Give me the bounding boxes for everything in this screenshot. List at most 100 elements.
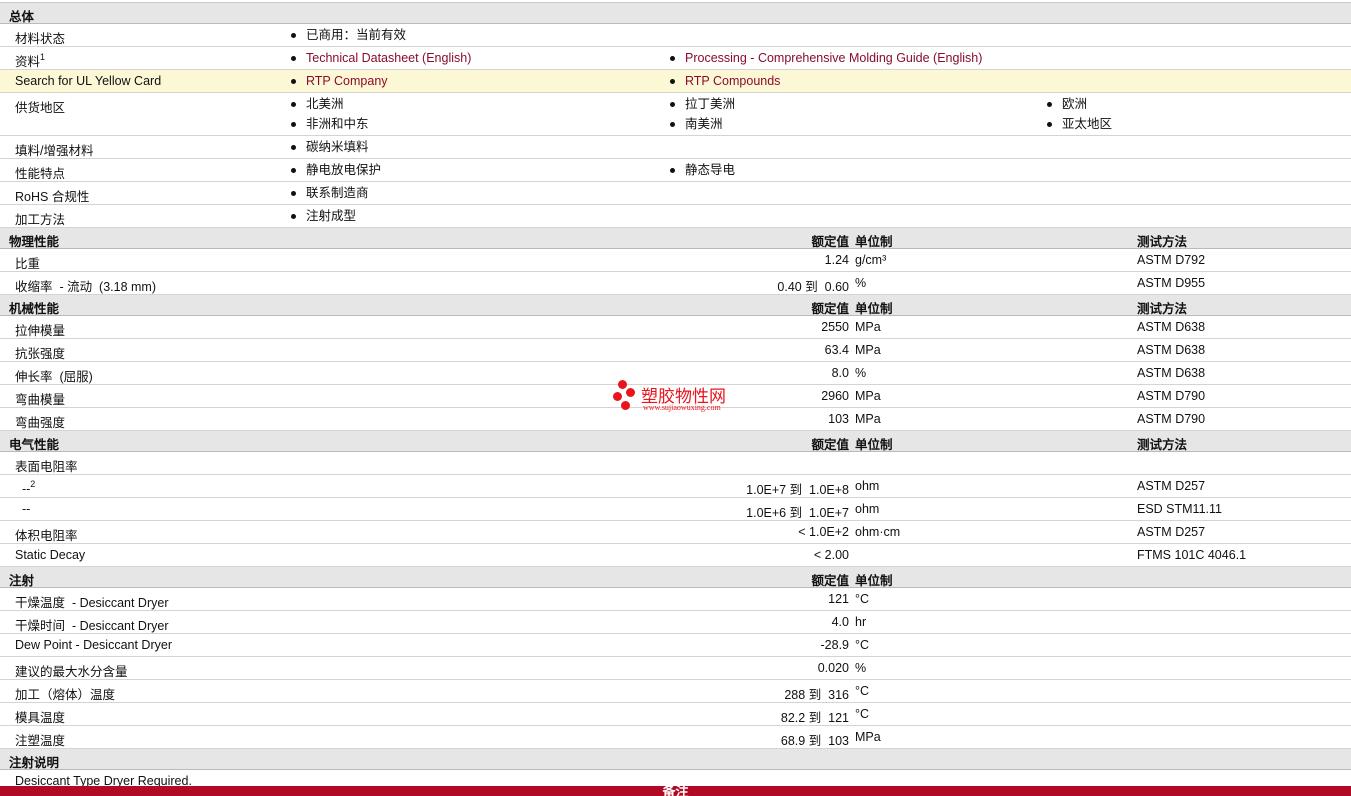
unit-column-header: 单位制: [855, 302, 893, 316]
list-item: 碳纳米填料: [290, 140, 669, 154]
row-label-text: --: [15, 502, 31, 516]
row-items: 联系制造商: [290, 182, 1351, 204]
footnote-marker: 1: [40, 52, 46, 62]
list-item: 南美洲: [669, 117, 1046, 131]
nominal-value: 2960: [821, 389, 849, 403]
row-label: 弯曲模量: [15, 389, 65, 408]
list-item: 静态导电: [669, 163, 1046, 177]
row-label: 弯曲强度: [15, 412, 65, 431]
table-row: RoHS 合规性 联系制造商: [0, 182, 1351, 205]
test-method: ASTM D790: [1137, 412, 1206, 426]
nominal-value: 2550: [821, 320, 849, 334]
row-label-text: 注塑温度: [15, 734, 66, 748]
test-method: ASTM D792: [1137, 253, 1206, 267]
row-label: 模具温度: [15, 707, 65, 726]
table-row: 资料1 Technical Datasheet (English) Processi…: [0, 47, 1351, 70]
row-label: Static Decay: [15, 548, 85, 562]
list-item: 北美洲: [290, 97, 669, 111]
row-label: 干燥时间 - Desiccant Dryer: [15, 615, 169, 634]
row-label-text: Static Decay: [15, 548, 86, 562]
test-method: ASTM D638: [1137, 343, 1206, 357]
link-item[interactable]: Processing - Comprehensive Molding Guide…: [669, 51, 1046, 65]
unit: °C: [855, 592, 870, 606]
section-header: 注射说明: [0, 749, 1351, 770]
table-row: 抗张强度 63.4 MPa ASTM D638: [0, 339, 1351, 362]
unit: ohm·cm: [855, 525, 901, 539]
list-item: 亚太地区: [1046, 117, 1351, 131]
table-row: 性能特点 静电放电保护 静态导电: [0, 159, 1351, 182]
row-label-text: RoHS 合规性: [15, 190, 90, 204]
row-label-text: 加工方法: [15, 213, 66, 227]
row-label-text: 建议的最大水分含量: [15, 665, 128, 679]
method-column-header: 测试方法: [1137, 438, 1188, 452]
section-title: 注射: [9, 574, 35, 588]
link-item[interactable]: RTP Company: [290, 74, 669, 88]
link-item[interactable]: Technical Datasheet (English): [290, 51, 669, 65]
row-label-text: Dew Point - Desiccant Dryer: [15, 638, 172, 652]
nominal-value: 63.4: [824, 343, 849, 357]
section-header: 电气性能 额定值 单位制 测试方法: [0, 431, 1351, 452]
nominal-value: 8.0: [831, 366, 849, 380]
row-label: 拉伸模量: [15, 320, 65, 339]
row-label: 体积电阻率: [15, 525, 78, 544]
value-column-header: 额定值: [811, 302, 849, 316]
row-label-text: 收缩率 - 流动 (3.18 mm): [15, 280, 156, 294]
table-row: 干燥时间 - Desiccant Dryer 4.0 hr: [0, 611, 1351, 634]
unit: MPa: [855, 343, 881, 357]
section-title: 物理性能: [9, 235, 60, 249]
table-row: 填料/增强材料 碳纳米填料: [0, 136, 1351, 159]
row-label-text: 干燥温度 - Desiccant Dryer: [15, 596, 169, 610]
nominal-value: 1.0E+7 到 1.0E+8: [746, 483, 849, 497]
section-header: 注射 额定值 单位制: [0, 567, 1351, 588]
nominal-value: < 2.00: [813, 548, 849, 562]
row-label: 抗张强度: [15, 343, 65, 362]
unit: %: [855, 366, 867, 380]
link-item[interactable]: RTP Compounds: [669, 74, 1046, 88]
method-column-header: 测试方法: [1137, 302, 1188, 316]
row-label: 收缩率 - 流动 (3.18 mm): [15, 276, 156, 295]
row-items: 注射成型: [290, 205, 1351, 227]
row-label-text: 模具温度: [15, 711, 66, 725]
row-label-text: 填料/增强材料: [15, 144, 94, 158]
row-label-text: 弯曲模量: [15, 393, 66, 407]
nominal-value: 68.9 到 103: [780, 734, 849, 748]
row-label: 性能特点: [15, 163, 65, 182]
row-label-text: 拉伸模量: [15, 324, 66, 338]
table-row: --2 1.0E+7 到 1.0E+8 ohm ASTM D257: [0, 475, 1351, 498]
row-label-text: 材料状态: [15, 32, 66, 46]
list-item: 注射成型: [290, 209, 669, 223]
test-method: ASTM D638: [1137, 320, 1206, 334]
row-label: 比重: [15, 253, 40, 272]
row-label-text: 加工（熔体）温度: [15, 688, 116, 702]
row-label: 干燥温度 - Desiccant Dryer: [15, 592, 169, 611]
row-label: --2: [15, 479, 35, 496]
list-item: 欧洲: [1046, 97, 1351, 111]
table-row: 供货地区 北美洲 拉丁美洲 欧洲 非洲和中东 南美洲 亚太地区: [0, 93, 1351, 136]
nominal-value: < 1.0E+2: [798, 525, 849, 539]
table-row: 干燥温度 - Desiccant Dryer 121 °C: [0, 588, 1351, 611]
row-label-text: 弯曲强度: [15, 416, 66, 430]
unit: %: [855, 661, 867, 675]
value-column-header: 额定值: [811, 235, 849, 249]
list-item: 已商用：当前有效: [290, 28, 669, 42]
table-row: Static Decay < 2.00 FTMS 101C 4046.1: [0, 544, 1351, 567]
unit-column-header: 单位制: [855, 438, 893, 452]
row-label: --: [15, 502, 30, 516]
row-label: 资料1: [15, 51, 45, 70]
section-title: 注射说明: [9, 756, 60, 770]
row-label: 伸长率 (屈服): [15, 366, 93, 385]
table-row: 拉伸模量 2550 MPa ASTM D638: [0, 316, 1351, 339]
row-items: 北美洲 拉丁美洲 欧洲 非洲和中东 南美洲 亚太地区: [290, 93, 1351, 135]
row-label-text: 性能特点: [15, 167, 66, 181]
row-label: Search for UL Yellow Card: [15, 74, 161, 88]
table-row: 建议的最大水分含量 0.020%: [0, 657, 1351, 680]
table-row: 表面电阻率: [0, 452, 1351, 475]
unit: °C: [855, 684, 870, 698]
unit-column-header: 单位制: [855, 574, 893, 588]
nominal-value: 4.0: [831, 615, 849, 629]
table-row: 收缩率 - 流动 (3.18 mm) 0.40 到 0.60% ASTM D955: [0, 272, 1351, 295]
row-label-text: 比重: [15, 257, 41, 271]
row-items: Technical Datasheet (English) Processing …: [290, 47, 1351, 69]
row-label-text: 体积电阻率: [15, 529, 78, 543]
table-row: 比重 1.24 g/cm³ ASTM D792: [0, 249, 1351, 272]
